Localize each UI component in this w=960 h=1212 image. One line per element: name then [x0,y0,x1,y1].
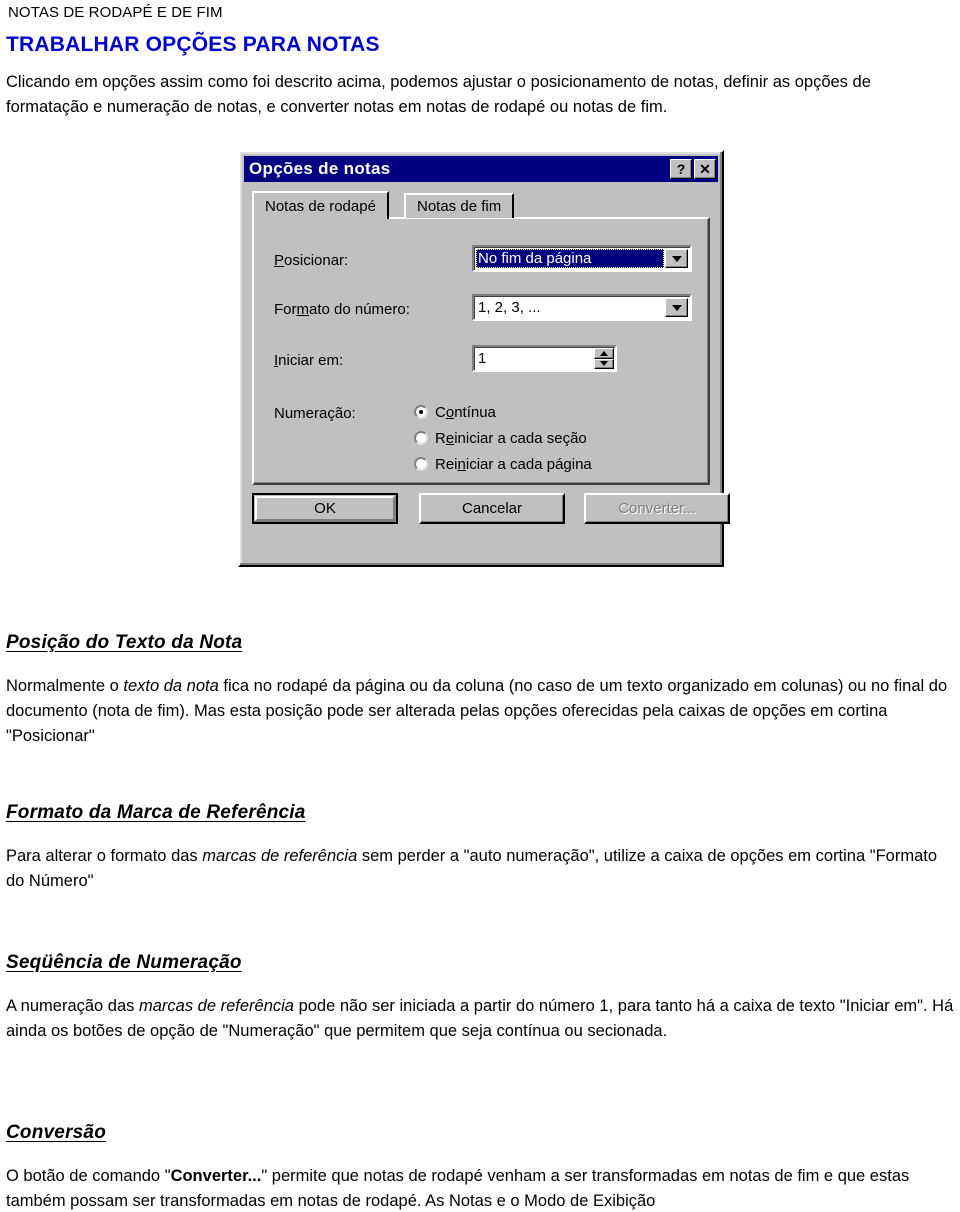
section-heading: Formato da Marca de Referência [6,802,306,823]
radio-label: Reiniciar a cada seção [435,429,587,447]
numeracao-label: Numeração: [274,405,356,422]
radio-label: Contínua [435,403,496,421]
text-run: Normalmente o [6,677,124,695]
ok-button-label: OK [314,500,336,517]
posicionar-value: No fim da página [476,249,664,268]
spinner-down-icon[interactable] [594,358,614,369]
tab-label: Notas de fim [417,198,502,215]
tab-label: Notas de rodapé [265,197,376,215]
dialog-titlebar[interactable]: Opções de notas ? ✕ [244,156,718,182]
tab-notas-de-rodape[interactable]: Notas de rodapé [252,191,389,219]
text-run-italic: marcas de referência [139,997,294,1015]
section-body: A numeração das marcas de referência pod… [6,994,954,1044]
page-title: TRABALHAR OPÇÕES PARA NOTAS [6,33,380,56]
iniciar-em-label: Iniciar em: [274,352,344,369]
section-body: O botão de comando "Converter..." permit… [6,1164,954,1212]
text-run-italic: marcas de referência [202,847,358,865]
dialog-title: Opções de notas [249,159,391,178]
ok-button[interactable]: OK [252,493,398,524]
converter-button-label: Converter... [618,500,696,517]
spinner-up-icon[interactable] [594,348,614,359]
tab-panel-notas-de-rodape: Posicionar: No fim da página Formato do … [252,217,710,485]
chevron-down-icon[interactable] [665,298,688,317]
radio-icon [414,405,428,419]
dialog-button-row: OK Cancelar Converter... [252,493,730,527]
tab-notas-de-fim[interactable]: Notas de fim [404,193,515,218]
close-icon[interactable]: ✕ [694,159,716,179]
numeracao-radio-group: Contínua Reiniciar a cada seção Reinicia… [414,399,592,477]
radio-continua[interactable]: Contínua [414,399,592,425]
spinner-buttons [594,348,614,369]
opcoes-de-notas-dialog: Opções de notas ? ✕ Notas de rodapé Nota… [238,150,730,567]
converter-button: Converter... [584,493,730,524]
document-page: NOTAS DE RODAPÉ E DE FIM TRABALHAR OPÇÕE… [0,0,960,1212]
radio-icon [414,431,428,445]
section-heading: Posição do Texto da Nota [6,632,243,653]
section-posicao-do-texto-da-nota: Posição do Texto da Nota Normalmente o t… [6,632,954,749]
text-run-italic: texto da nota [123,677,219,695]
tabstrip: Notas de rodapé Notas de fim [252,191,710,219]
help-icon[interactable]: ? [670,159,692,179]
text-run: Para alterar o formato das [6,847,203,865]
formato-do-numero-label: Formato do número: [274,301,410,318]
section-body: Para alterar o formato das marcas de ref… [6,844,954,894]
text-run: O botão de comando " [6,1167,171,1185]
cancelar-button-label: Cancelar [461,500,523,517]
section-sequencia-de-numeracao: Seqüência de Numeração A numeração das m… [6,952,954,1044]
intro-paragraph: Clicando em opções assim como foi descri… [6,73,871,116]
text-run: A numeração das [6,997,139,1015]
section-heading: Seqüência de Numeração [6,952,242,973]
posicionar-label-rest: osicionar: [284,252,349,269]
radio-icon [414,457,428,471]
section-formato-da-marca-de-referencia: Formato da Marca de Referência Para alte… [6,802,954,894]
posicionar-label: Posicionar: [274,252,349,269]
cancelar-button[interactable]: Cancelar [419,493,565,524]
section-heading: Conversão [6,1122,107,1143]
text-run-bold: Converter... [170,1167,262,1185]
radio-reiniciar-a-cada-pagina[interactable]: Reiniciar a cada página [414,451,592,477]
running-header: NOTAS DE RODAPÉ E DE FIM [8,4,223,21]
posicionar-combo[interactable]: No fim da página [472,245,692,272]
iniciar-em-spinner[interactable]: 1 [472,345,617,372]
radio-label: Reiniciar a cada página [435,455,592,473]
section-body: Normalmente o texto da nota fica no roda… [6,674,954,749]
section-conversao: Conversão O botão de comando "Converter.… [6,1122,954,1212]
formato-do-numero-value: 1, 2, 3, ... [478,299,541,316]
iniciar-em-value[interactable]: 1 [474,347,594,370]
formato-do-numero-combo[interactable]: 1, 2, 3, ... [472,294,692,321]
radio-reiniciar-a-cada-secao[interactable]: Reiniciar a cada seção [414,425,592,451]
chevron-down-icon[interactable] [665,249,688,268]
